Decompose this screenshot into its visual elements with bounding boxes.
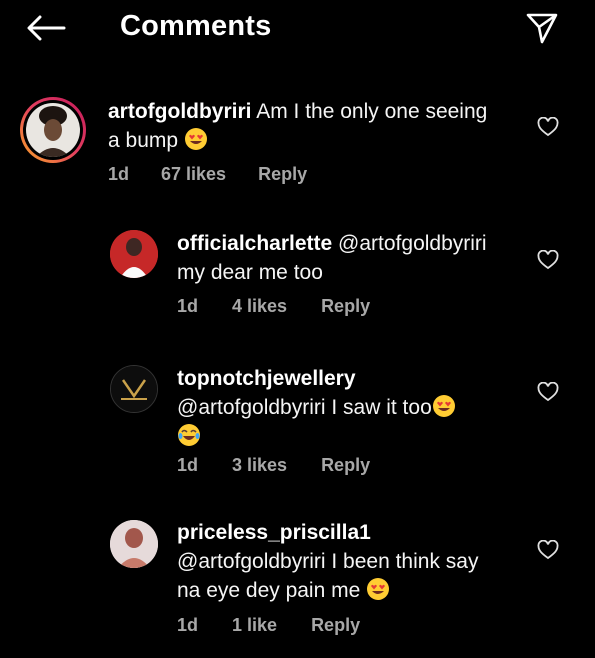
comment-item: officialcharlette @artofgoldbyriri my de… <box>0 228 595 328</box>
heart-eyes-emoji <box>184 128 207 150</box>
like-button[interactable] <box>536 380 560 404</box>
heart-outline-icon <box>537 250 559 270</box>
reply-button[interactable]: Reply <box>311 615 360 636</box>
likes-count[interactable]: 3 likes <box>232 455 287 476</box>
comment-time: 1d <box>177 296 199 316</box>
comment-text: artofgoldbyriri Am I the only one seeing… <box>108 100 488 152</box>
comment-meta: 1d 1 like Reply <box>177 615 360 636</box>
comment-username[interactable]: priceless_priscilla1 <box>177 521 371 544</box>
like-button[interactable] <box>536 248 560 272</box>
send-icon <box>526 13 558 44</box>
likes-count[interactable]: 4 likes <box>232 296 287 317</box>
comment-time: 1d <box>177 615 199 635</box>
tears-of-joy-emoji <box>178 424 200 446</box>
likes-count[interactable]: 1 like <box>232 615 277 636</box>
likes-count[interactable]: 67 likes <box>161 164 226 185</box>
reply-button[interactable]: Reply <box>258 164 307 185</box>
comment-text: officialcharlette @artofgoldbyriri my de… <box>177 232 487 284</box>
comment-username[interactable]: artofgoldbyriri <box>108 100 252 123</box>
heart-eyes-emoji <box>432 395 455 417</box>
heart-eyes-emoji <box>367 578 390 600</box>
avatar-photo <box>26 103 80 157</box>
like-button[interactable] <box>536 538 560 562</box>
avatar[interactable] <box>110 230 158 278</box>
page-title: Comments <box>120 10 272 42</box>
comment-item: topnotchjewellery @artofgoldbyriri I saw… <box>0 362 595 487</box>
header-bar: Comments <box>0 0 595 56</box>
back-button[interactable] <box>24 12 68 44</box>
arrow-left-icon <box>27 15 66 41</box>
comment-username[interactable]: topnotchjewellery <box>177 367 356 390</box>
reply-button[interactable]: Reply <box>321 296 370 317</box>
heart-outline-icon <box>537 540 559 560</box>
comment-time: 1d <box>177 455 199 475</box>
send-button[interactable] <box>522 8 562 48</box>
logo-icon <box>111 366 157 412</box>
like-button[interactable] <box>536 115 560 139</box>
avatar[interactable] <box>110 520 158 568</box>
comment-meta: 1d 67 likes Reply <box>108 164 307 185</box>
avatar[interactable] <box>110 365 158 413</box>
comment-item: priceless_priscilla1 @artofgoldbyriri I … <box>0 518 595 648</box>
comment-username[interactable]: officialcharlette <box>177 232 332 255</box>
heart-outline-icon <box>537 382 559 402</box>
comment-meta: 1d 4 likes Reply <box>177 296 370 317</box>
reply-button[interactable]: Reply <box>321 455 370 476</box>
avatar-photo <box>110 230 158 278</box>
comment-text: topnotchjewellery @artofgoldbyriri I saw… <box>177 364 522 451</box>
avatar[interactable] <box>20 97 86 163</box>
heart-outline-icon <box>537 117 559 137</box>
comment-time: 1d <box>108 164 130 184</box>
avatar-photo <box>110 520 158 568</box>
comment-item: artofgoldbyriri Am I the only one seeing… <box>0 88 595 198</box>
comment-text: priceless_priscilla1 @artofgoldbyriri I … <box>177 521 479 602</box>
comment-meta: 1d 3 likes Reply <box>177 455 370 476</box>
